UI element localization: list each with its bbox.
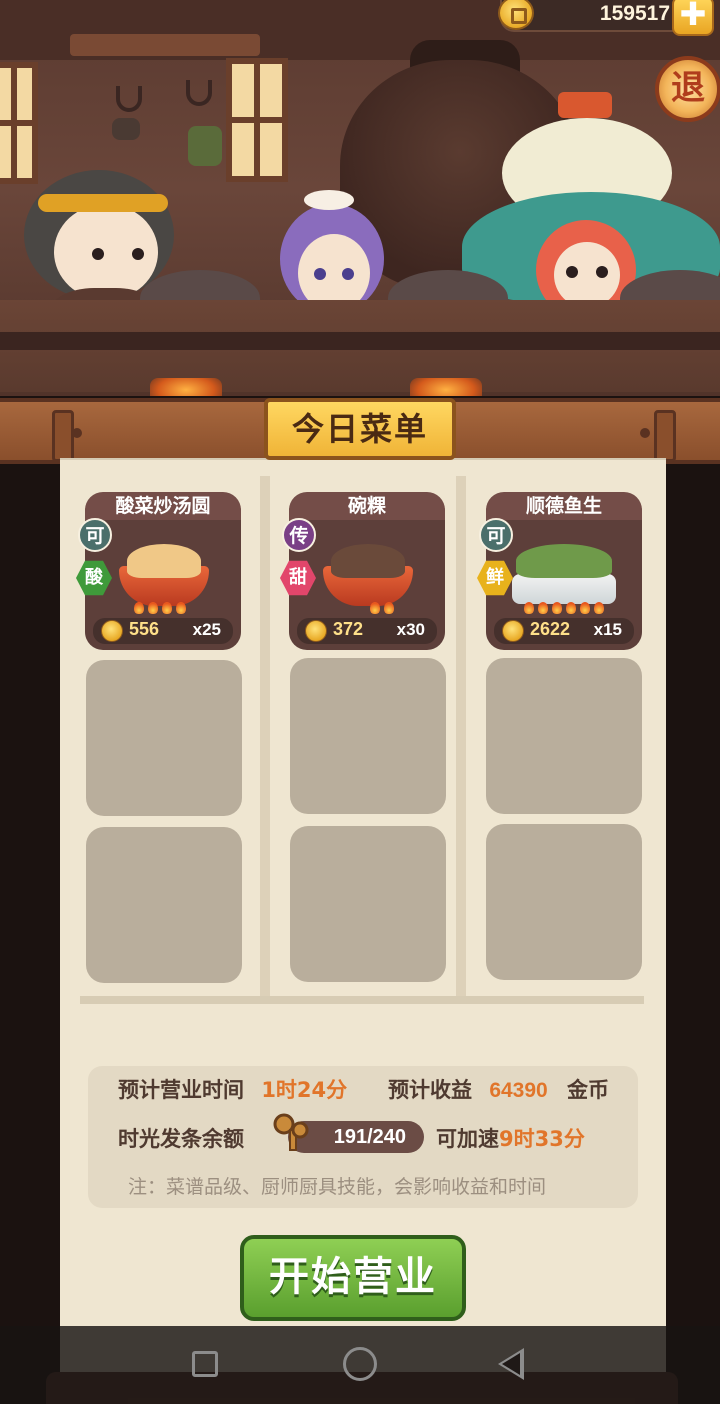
dish-image	[323, 544, 413, 606]
dish-name: 碗粿	[289, 492, 445, 520]
empty-dish-slot[interactable]	[486, 658, 642, 814]
empty-dish-slot[interactable]	[486, 824, 642, 980]
menu-title: 今日菜单	[264, 398, 456, 460]
window-left	[0, 62, 38, 184]
dish-image	[512, 544, 616, 604]
empty-dish-slot[interactable]	[290, 826, 446, 982]
speedup-value: 9时33分	[499, 1127, 585, 1151]
nail	[72, 428, 82, 438]
scroll-balance-label: 时光发条余额	[118, 1127, 244, 1151]
dish-quantity: x15	[593, 620, 622, 639]
hanging-meat	[112, 118, 140, 140]
grade-badge: 可	[78, 518, 112, 552]
empty-dish-slot[interactable]	[290, 658, 446, 814]
recent-apps-icon[interactable]	[192, 1351, 218, 1377]
grade-badge: 可	[479, 518, 513, 552]
empty-dish-slot[interactable]	[86, 660, 242, 816]
coin-icon	[502, 620, 524, 642]
kitchen-scene	[0, 0, 720, 420]
hanging-zongzi	[188, 126, 222, 166]
plank-post	[654, 410, 676, 462]
home-icon[interactable]	[343, 1347, 377, 1381]
estimated-time-value: 1时24分	[261, 1078, 348, 1102]
flame-rating	[514, 602, 614, 614]
dish-image	[119, 544, 209, 606]
estimated-income-row: 预计收益 64390 金币	[388, 1074, 609, 1104]
grade-badge: 传	[282, 518, 316, 552]
dish-name: 酸菜炒汤圆	[85, 492, 241, 520]
hook-icon	[186, 80, 212, 106]
plank-post	[52, 410, 74, 462]
estimated-time-row: 预计营业时间 1时24分	[118, 1074, 347, 1104]
column-divider	[456, 476, 466, 998]
estimated-income-label: 预计收益	[388, 1078, 472, 1102]
hook-icon	[116, 86, 142, 112]
coin-icon	[305, 620, 327, 642]
column-divider	[260, 476, 270, 998]
flame-rating	[125, 602, 195, 614]
counter-edge	[0, 332, 720, 350]
start-business-button[interactable]: 开始营业	[240, 1235, 466, 1321]
dish-price-bar: 556 x25	[93, 618, 233, 644]
dish-quantity: x30	[396, 620, 425, 639]
coin-balance: 159517	[599, 2, 670, 25]
dish-quantity: x25	[192, 620, 221, 639]
hanging-beam	[70, 34, 260, 56]
info-note: 注：菜谱品级、厨师厨具技能，会影响收益和时间	[128, 1176, 547, 1198]
nail	[640, 428, 650, 438]
coin-icon	[101, 620, 123, 642]
speedup-label: 可加速	[436, 1127, 499, 1151]
estimated-time-label: 预计营业时间	[118, 1078, 244, 1102]
back-icon[interactable]	[498, 1348, 524, 1380]
flame-rating	[347, 602, 417, 614]
wind-up-key-icon	[273, 1113, 309, 1151]
dish-name: 顺德鱼生	[486, 492, 642, 520]
dish-price: 2622	[530, 619, 571, 639]
income-unit: 金币	[567, 1078, 610, 1102]
empty-dish-slot[interactable]	[86, 827, 242, 983]
dish-price-bar: 2622 x15	[494, 618, 634, 644]
speedup-row: 可加速9时33分	[436, 1123, 585, 1153]
estimated-income-value: 64390	[489, 1079, 548, 1102]
window-middle	[226, 58, 288, 182]
dish-price: 556	[129, 619, 160, 639]
columns-bottom-rule	[80, 996, 644, 1004]
dish-price-bar: 372 x30	[297, 618, 437, 644]
dish-price: 372	[333, 619, 364, 639]
exit-button[interactable]: 退	[655, 56, 720, 122]
add-coins-button[interactable]: ✚	[672, 0, 714, 36]
